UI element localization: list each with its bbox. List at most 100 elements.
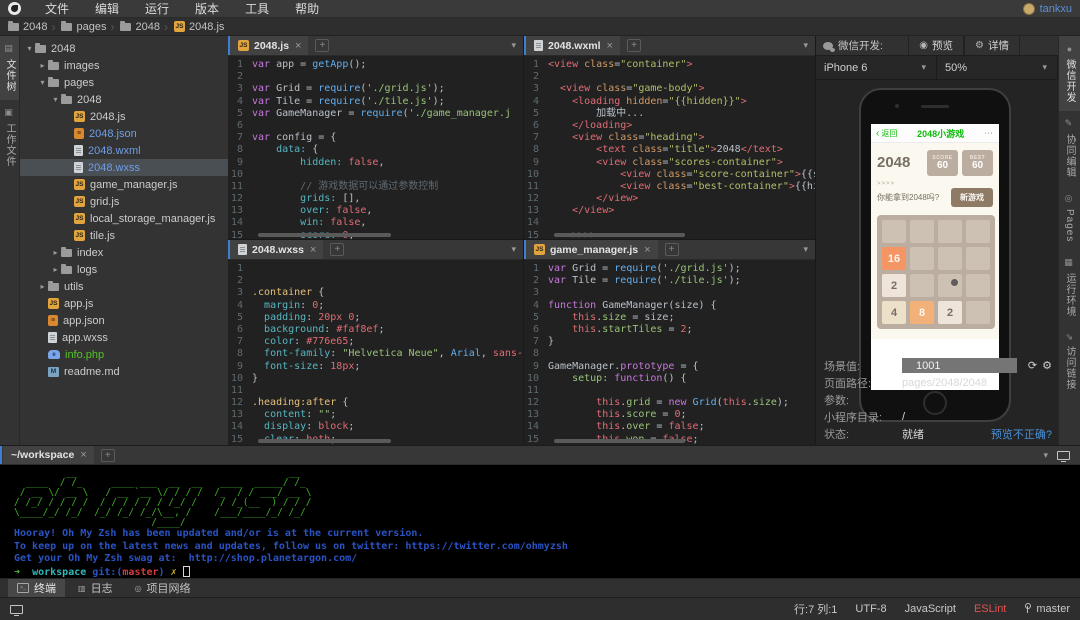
horizontal-scrollbar[interactable] <box>258 233 391 237</box>
editor-tab[interactable]: game_manager.js × <box>526 240 658 259</box>
chevron-down-icon[interactable]: ▾ <box>803 244 808 255</box>
rail-tab-访问链接[interactable]: ⇗访问链接 <box>1059 325 1080 398</box>
footer-tab-终端[interactable]: >_终端 <box>8 579 65 597</box>
breadcrumb-item-0[interactable]: 2048 <box>8 21 47 33</box>
breadcrumb-item-3[interactable]: 2048.js <box>174 21 224 33</box>
close-icon[interactable]: × <box>295 40 301 52</box>
chevron-down-icon[interactable]: ▾ <box>511 40 516 51</box>
code-line: 9 font-size: 18px; <box>228 361 523 373</box>
app-logo[interactable] <box>8 2 21 15</box>
breadcrumb-item-2[interactable]: 2048 <box>120 21 159 33</box>
code-editor[interactable]: 1<view class="container">23 <view class=… <box>524 56 815 239</box>
tree-item-local_storage_manager.js[interactable]: local_storage_manager.js <box>20 210 228 227</box>
line-number: 15 <box>228 434 252 445</box>
code-editor[interactable]: 1var Grid = require('./grid.js');2var Ti… <box>524 260 815 445</box>
menu-item-2[interactable]: 运行 <box>145 0 169 17</box>
close-icon[interactable]: × <box>310 244 316 256</box>
code-line: 7var config = { <box>228 132 523 144</box>
js-file-icon <box>74 196 85 207</box>
tree-item-images[interactable]: images <box>20 57 228 74</box>
editor-tab[interactable]: 2048.wxss × <box>230 240 323 259</box>
display-icon[interactable] <box>10 605 23 614</box>
tree-item-info.php[interactable]: info.php <box>20 346 228 363</box>
tree-item-2048[interactable]: 2048 <box>20 40 228 57</box>
open-external-terminal-icon[interactable] <box>1057 451 1070 460</box>
terminal-output[interactable]: __ __ ____ / /_ ____ ___ __ __ ____ ____… <box>0 465 1080 578</box>
editor-tab[interactable]: 2048.js × <box>230 36 308 55</box>
refresh-icon[interactable]: ⟳ <box>1028 359 1037 372</box>
breadcrumb-item-1[interactable]: pages <box>61 21 106 33</box>
tree-item-readme.md[interactable]: readme.md <box>20 363 228 380</box>
new-tab-button[interactable]: + <box>330 243 344 256</box>
new-tab-button[interactable]: + <box>665 243 679 256</box>
new-game-button[interactable]: 新游戏 <box>951 188 993 207</box>
tree-item-2048.wxss[interactable]: 2048.wxss <box>20 159 228 176</box>
footer-tab-项目网络[interactable]: ◎项目网络 <box>126 579 200 597</box>
menu-item-5[interactable]: 帮助 <box>295 0 319 17</box>
tree-item-2048.wxml[interactable]: 2048.wxml <box>20 142 228 159</box>
tree-item-2048[interactable]: 2048 <box>20 91 228 108</box>
tree-item-game_manager.js[interactable]: game_manager.js <box>20 176 228 193</box>
new-terminal-button[interactable]: + <box>101 449 115 462</box>
code-line: 8 <box>524 348 815 360</box>
close-icon[interactable]: × <box>607 40 613 52</box>
tree-item-app.wxss[interactable]: app.wxss <box>20 329 228 346</box>
new-tab-button[interactable]: + <box>315 39 329 52</box>
code-editor[interactable]: 1var app = getApp();23var Grid = require… <box>228 56 523 239</box>
footer-tab-日志[interactable]: ▥日志 <box>69 579 122 597</box>
close-icon[interactable]: × <box>80 449 86 461</box>
menu-item-4[interactable]: 工具 <box>245 0 269 17</box>
status-language-mode[interactable]: JavaScript <box>905 603 956 615</box>
terminal-cursor[interactable] <box>183 566 190 577</box>
rail-tab-文件树[interactable]: ▤文件树 <box>0 36 19 100</box>
details-button[interactable]: ⚙ 详情 <box>964 36 1020 55</box>
terminal-tab[interactable]: ~/workspace × <box>3 446 94 464</box>
avatar[interactable] <box>1023 3 1035 15</box>
tree-item-tile.js[interactable]: tile.js <box>20 227 228 244</box>
new-tab-button[interactable]: + <box>627 39 641 52</box>
tree-item-2048.json[interactable]: 2048.json <box>20 125 228 142</box>
code-editor[interactable]: 123.container {4 margin: 0;5 padding: 20… <box>228 260 523 445</box>
rail-tab-协同编辑[interactable]: ✎协同编辑 <box>1059 111 1080 186</box>
device-select[interactable]: iPhone 6 ▾ <box>816 56 937 79</box>
horizontal-scrollbar[interactable] <box>554 233 685 237</box>
gear-icon[interactable]: ⚙ <box>1042 359 1052 372</box>
tree-item-index[interactable]: index <box>20 244 228 261</box>
editor-tab[interactable]: 2048.wxml × <box>526 36 620 55</box>
menu-item-1[interactable]: 编辑 <box>95 0 119 17</box>
tree-item-2048.js[interactable]: 2048.js <box>20 108 228 125</box>
status-git-branch[interactable]: master <box>1024 603 1070 615</box>
tree-item-app.js[interactable]: app.js <box>20 295 228 312</box>
rail-tab-微信开发[interactable]: ●微信开发 <box>1059 36 1080 111</box>
menu-item-0[interactable]: 文件 <box>45 0 69 17</box>
doc-file-icon <box>74 145 83 156</box>
status-encoding[interactable]: UTF-8 <box>855 603 886 615</box>
tree-item-grid.js[interactable]: grid.js <box>20 193 228 210</box>
tree-item-pages[interactable]: pages <box>20 74 228 91</box>
code-line: 8 data: { <box>228 144 523 156</box>
menu-item-3[interactable]: 版本 <box>195 0 219 17</box>
tree-item-logs[interactable]: logs <box>20 261 228 278</box>
breadcrumb-separator: › <box>51 20 55 34</box>
preview-button[interactable]: ◉ 预览 <box>908 36 964 55</box>
rail-tab-工作文件[interactable]: ▣工作文件 <box>0 100 19 175</box>
back-button[interactable]: ‹ 返回 <box>876 128 897 139</box>
zoom-select[interactable]: 50% ▾ <box>937 56 1058 79</box>
horizontal-scrollbar[interactable] <box>258 439 391 443</box>
focus-accent <box>228 36 230 55</box>
status-cursor-position[interactable]: 行:7 列:1 <box>794 601 837 617</box>
rail-tab-Pages[interactable]: ◎Pages <box>1059 186 1080 250</box>
tree-item-app.json[interactable]: app.json <box>20 312 228 329</box>
tree-item-utils[interactable]: utils <box>20 278 228 295</box>
rail-tab-运行环境[interactable]: ▦运行环境 <box>1059 250 1080 325</box>
more-menu-icon[interactable]: ⋯ <box>984 128 994 139</box>
user-name[interactable]: tankxu <box>1040 3 1072 15</box>
horizontal-scrollbar[interactable] <box>554 439 685 443</box>
preview-issue-link[interactable]: 预览不正确? <box>991 426 1052 442</box>
status-eslint[interactable]: ESLint <box>974 603 1006 615</box>
chevron-down-icon[interactable]: ▾ <box>511 244 516 255</box>
close-icon[interactable]: × <box>644 244 650 256</box>
scene-value-box[interactable]: 1001 <box>902 358 1017 373</box>
chevron-down-icon[interactable]: ▾ <box>1043 450 1048 461</box>
chevron-down-icon[interactable]: ▾ <box>803 40 808 51</box>
